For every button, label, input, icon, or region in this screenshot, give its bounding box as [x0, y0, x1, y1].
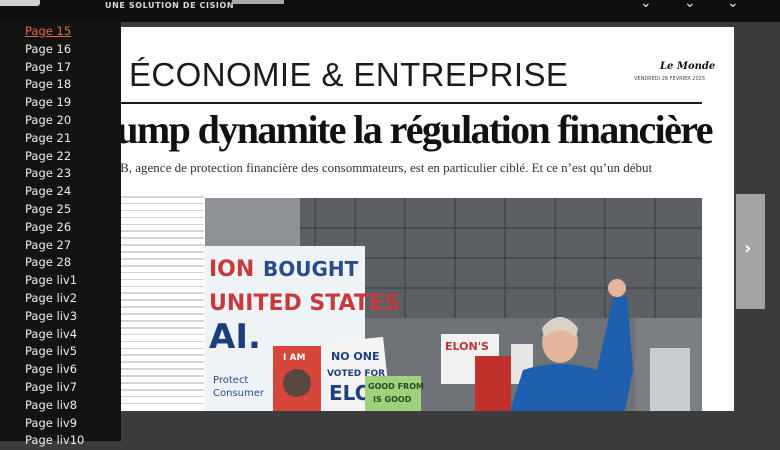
section-rule — [121, 102, 702, 104]
sign-text: ELON'S — [445, 340, 489, 353]
sign-text: Protect — [213, 375, 248, 386]
page-link[interactable]: Page liv3 — [25, 308, 84, 326]
page-link[interactable]: Page liv10 — [25, 432, 84, 450]
page-link[interactable]: Page 21 — [25, 130, 84, 148]
page-link[interactable]: Page liv8 — [25, 397, 84, 415]
sign-text: UNITED STATES — [209, 291, 400, 316]
body-text-line — [121, 209, 204, 212]
page-link[interactable]: Page 25 — [25, 201, 84, 219]
newspaper-logo: Le Monde — [660, 61, 716, 72]
article-headline: Trump dynamite la régulation financière — [78, 107, 713, 152]
page-link[interactable]: Page 16 — [25, 41, 84, 59]
brand-logo[interactable] — [0, 0, 40, 6]
page-link[interactable]: Page liv4 — [25, 326, 84, 344]
sign-text: NO ONE — [331, 350, 379, 363]
page-link[interactable]: Page 19 — [25, 94, 84, 112]
page-link[interactable]: Page 18 — [25, 76, 84, 94]
page-link[interactable]: Page 24 — [25, 183, 84, 201]
chevron-down-icon[interactable]: ⌄ — [727, 0, 739, 10]
next-page-button[interactable]: › — [736, 194, 765, 309]
body-text-line — [121, 202, 204, 205]
page-link[interactable]: Page 20 — [25, 112, 84, 130]
sign-text: AI. — [209, 317, 261, 357]
page-link[interactable]: Page 26 — [25, 219, 84, 237]
page-link[interactable]: Page 28 — [25, 254, 84, 272]
sign-text: ION — [209, 257, 254, 282]
section-title: ÉCONOMIE & ENTREPRISE — [129, 56, 569, 93]
sign-text: IS GOOD — [373, 395, 412, 404]
body-text-line — [121, 196, 204, 198]
chevron-down-icon[interactable]: ⌄ — [640, 0, 652, 10]
brand-subtitle: UNE SOLUTION DE CISION — [105, 1, 235, 10]
page-link[interactable]: Page 23 — [25, 165, 84, 183]
sign-text: Consumer — [213, 388, 265, 399]
issue-date: VENDREDI 28 FÉVRIER 2025 — [634, 76, 706, 82]
chevron-down-icon[interactable]: ⌄ — [684, 0, 696, 10]
page-link[interactable]: Page liv6 — [25, 361, 84, 379]
page-link[interactable]: Page 17 — [25, 59, 84, 77]
page-link[interactable]: Page liv7 — [25, 379, 84, 397]
page-link[interactable]: Page liv5 — [25, 343, 84, 361]
page-list: Page 15 Page 16 Page 17 Page 18 Page 19 Page … — [25, 23, 84, 450]
body-text-line — [121, 230, 204, 233]
page-link[interactable]: Page 27 — [25, 237, 84, 255]
article-subhead: Le CFPB, agence de protection financière… — [80, 160, 653, 175]
page-link[interactable]: Page 22 — [25, 148, 84, 166]
body-text-line — [121, 216, 204, 219]
sign-text: I AM — [283, 353, 305, 363]
page-link[interactable]: Page liv9 — [25, 415, 84, 433]
publication-title — [232, 0, 284, 4]
page-link[interactable]: Page liv2 — [25, 290, 84, 308]
page-link[interactable]: Page 15 — [25, 23, 84, 41]
page-list-sidebar: Page 15 Page 16 Page 17 Page 18 Page 19 Page … — [0, 22, 121, 447]
sign-text: BOUGHT — [263, 257, 359, 281]
protest-photo: ION BOUGHT UNITED STATES AI. I AM Protec… — [205, 198, 702, 411]
page-link[interactable]: Page liv1 — [25, 272, 84, 290]
body-text-line — [121, 223, 204, 226]
sign-text: GOOD FROM — [368, 382, 424, 391]
chevron-right-icon: › — [744, 238, 752, 259]
top-bar: UNE SOLUTION DE CISION ⌄ ⌄ ⌄ — [0, 0, 780, 22]
